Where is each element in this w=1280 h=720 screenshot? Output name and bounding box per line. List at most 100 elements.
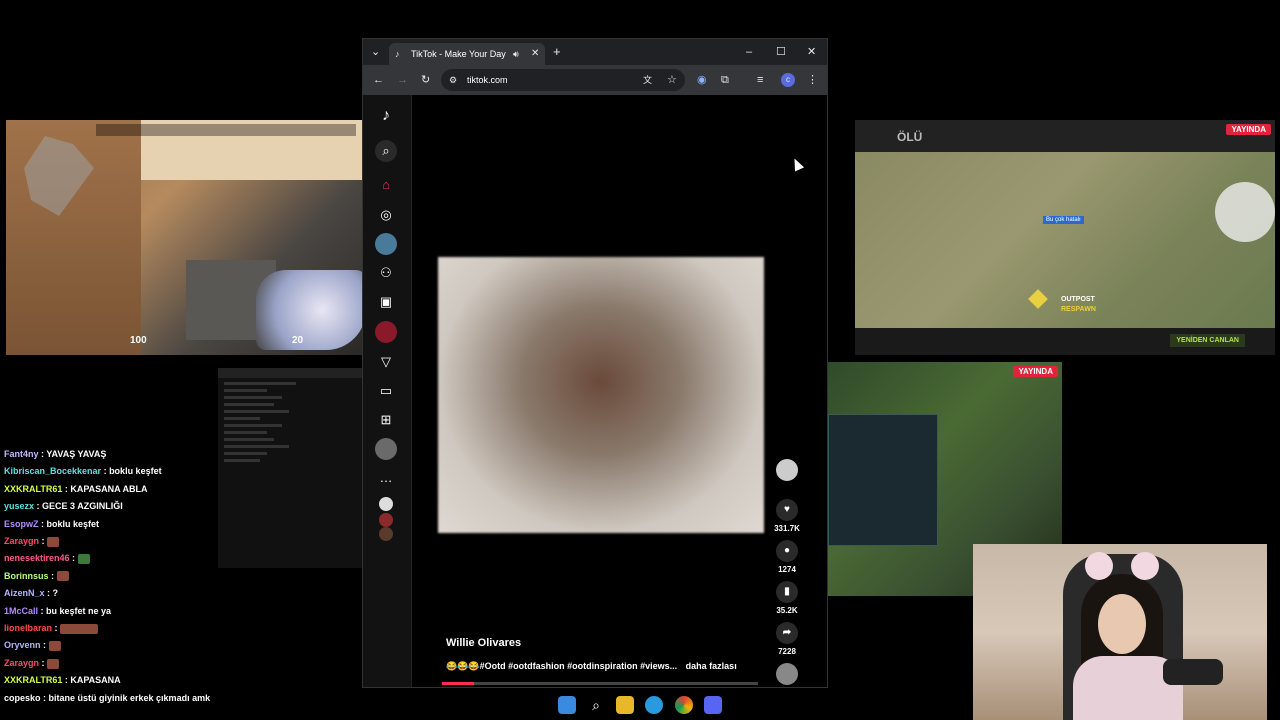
bookmark-star-icon[interactable]: ☆ [667, 69, 677, 91]
video-author[interactable]: Willie Olivares [446, 637, 521, 649]
chat-username[interactable]: Borinnsus [4, 571, 49, 581]
forward-icon[interactable]: → [397, 69, 408, 91]
game-ammo: 20 [292, 335, 304, 346]
like-button[interactable]: ♥ 331.7K [763, 499, 811, 533]
tiktok-logo-icon[interactable]: ♪ [375, 105, 397, 127]
start-icon[interactable] [558, 696, 576, 714]
live-icon[interactable]: ▣ [375, 291, 397, 313]
reload-icon[interactable]: ↻ [421, 69, 430, 91]
chat-username[interactable]: AizenN_x [4, 588, 45, 598]
following-avatar[interactable] [375, 233, 397, 255]
back-icon[interactable]: ← [373, 69, 384, 91]
translate-icon[interactable]: 文 [643, 69, 652, 91]
file-explorer-icon[interactable] [616, 696, 634, 714]
browser-window: ⌄ ♪ TikTok - Make Your Day 🔊︎ ✕ + – ☐ ✕ … [362, 38, 828, 688]
chat-emote-icon [48, 641, 61, 652]
following-avatar-1[interactable] [379, 497, 393, 511]
friends-icon[interactable]: ⚇ [375, 262, 397, 284]
extensions-puzzle-icon[interactable]: ⧉ [721, 69, 729, 91]
chat-emote-icon [56, 571, 69, 582]
comment-button[interactable]: ● 1274 [763, 540, 811, 574]
map-header: ÖLÜ YAYINDA [855, 120, 1275, 152]
explore-icon[interactable]: ◎ [375, 204, 397, 226]
minimize-icon[interactable]: – [746, 41, 752, 63]
close-window-icon[interactable]: ✕ [807, 41, 816, 63]
chat-message: AizenN_x : ? [4, 588, 59, 599]
menu-icon[interactable]: ⋮ [807, 69, 818, 91]
webcam-feed [973, 544, 1267, 720]
chat-username[interactable]: XXKRALTR61 [4, 675, 62, 685]
respawn-button[interactable]: YENİDEN CANLAN [1170, 334, 1245, 347]
chat-username[interactable]: Zaraygn [4, 658, 39, 668]
chat-username[interactable]: Kibriscan_Bocekkenar [4, 466, 101, 476]
tab-audio-icon[interactable]: 🔊︎ [513, 43, 519, 65]
search-icon[interactable]: ⌕ [375, 140, 397, 162]
bookmark-icon: ▮ [776, 581, 798, 603]
share-button[interactable]: ➦ 7228 [763, 622, 811, 656]
chrome-icon[interactable] [675, 696, 693, 714]
music-disc[interactable] [763, 663, 811, 688]
caption-emoji: 😂😂😂 [446, 661, 480, 671]
chat-text: ? [52, 588, 59, 599]
inbox-icon[interactable]: ▭ [375, 380, 397, 402]
new-tab-icon[interactable]: + [553, 41, 561, 63]
edge-icon[interactable] [645, 696, 663, 714]
extension-icon[interactable]: ◉ [697, 69, 707, 91]
chat-username[interactable]: Oryvenn [4, 640, 41, 650]
home-icon[interactable]: ⌂ [375, 174, 397, 196]
messages-icon[interactable]: ▽ [375, 351, 397, 373]
outpost-marker-icon [1028, 289, 1048, 309]
chat-username[interactable]: yusezx [4, 501, 34, 511]
bookmark-button[interactable]: ▮ 35.2K [763, 581, 811, 615]
address-bar[interactable]: ⚙ tiktok.com 文 ☆ [441, 69, 685, 91]
chat-message: EsopwZ : boklu keşfet [4, 518, 100, 529]
chat-username[interactable]: XXKRALTR61 [4, 484, 62, 494]
site-info-icon[interactable]: ⚙ [449, 69, 457, 91]
chat-message: copesko : bitane üstü giyinik erkek çıkm… [4, 692, 211, 703]
profile-icon[interactable] [375, 321, 397, 343]
map-footer: YENİDEN CANLAN [855, 328, 1275, 355]
discord-icon[interactable] [704, 696, 722, 714]
chat-text: KAPASANA ABLA [70, 483, 148, 494]
following-avatar-2[interactable] [379, 513, 393, 527]
user-avatar[interactable] [375, 438, 397, 460]
chat-username[interactable]: lionelbaran [4, 623, 52, 633]
tab-search-icon[interactable]: ⌄ [371, 41, 380, 63]
following-avatar-3[interactable] [379, 527, 393, 541]
game-scoreboard [96, 124, 356, 136]
tab-close-icon[interactable]: ✕ [531, 43, 539, 65]
chat-message: Oryvenn : [0, 637, 230, 654]
creator-avatar[interactable] [763, 459, 811, 484]
browser-tab[interactable]: ♪ TikTok - Make Your Day 🔊︎ ✕ [389, 43, 545, 65]
chat-emote-icon [60, 623, 99, 634]
chat-username[interactable]: nenesektiren46 [4, 553, 70, 563]
like-count: 331.7K [774, 524, 800, 533]
search-taskbar-icon[interactable]: ⌕ [587, 696, 605, 714]
microphone [1163, 659, 1223, 685]
game-map: Bu çok hatalı OUTPOST RESPAWN [855, 152, 1275, 328]
mini-browser-preview [218, 368, 362, 568]
maximize-icon[interactable]: ☐ [776, 41, 786, 63]
tiktok-sidebar: ♪ ⌕ ⌂ ◎ ⚇ ▣ ▽ ▭ ⊞ … [363, 95, 412, 687]
address-bar-row: ← → ↻ ⚙ tiktok.com 文 ☆ ◉ ⧉ ≡ c ⋮ [363, 65, 827, 95]
chat-username[interactable]: 1McCall [4, 606, 38, 616]
taskbar: ⌕ [545, 690, 735, 720]
profile-avatar[interactable]: c [781, 73, 795, 87]
chat-message: XXKRALTR61 : KAPASANA ABLA [4, 483, 148, 494]
video-player[interactable] [438, 257, 764, 533]
chat-username[interactable]: Zaraygn [4, 536, 39, 546]
chat-text: YAVAŞ YAVAŞ [46, 449, 107, 459]
chat-text: boklu keşfet [46, 518, 100, 529]
upload-icon[interactable]: ⊞ [375, 409, 397, 431]
chat-username[interactable]: EsopwZ [4, 519, 39, 529]
chat-emote-icon [47, 536, 60, 547]
chat-message: nenesektiren46 : [0, 550, 230, 567]
share-count: 7228 [778, 647, 796, 656]
map-marker-label: Bu çok hatalı [1043, 216, 1084, 224]
video-progress[interactable] [442, 682, 758, 685]
more-icon[interactable]: … [375, 467, 397, 489]
chat-username[interactable]: copesko [4, 693, 41, 703]
caption-more-link[interactable]: daha fazlası [686, 661, 737, 671]
chat-username[interactable]: Fant4ny [4, 449, 39, 459]
media-icon[interactable]: ≡ [757, 69, 763, 91]
